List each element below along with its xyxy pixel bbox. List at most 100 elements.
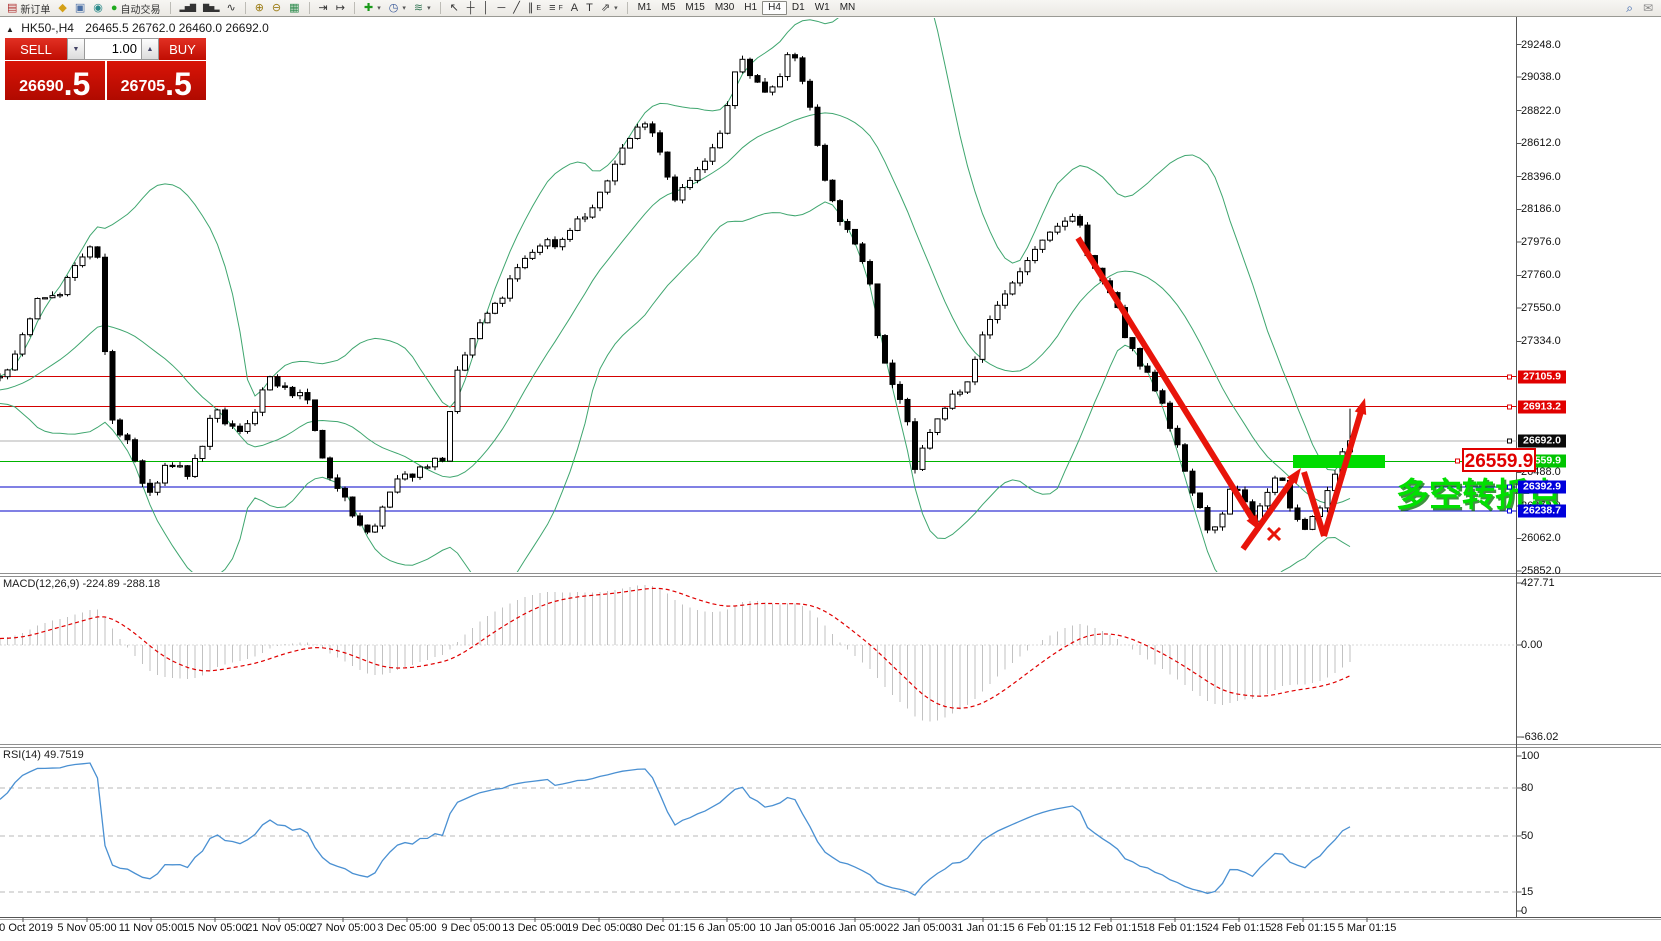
rsi-axis-tick: 0 [1521,905,1527,917]
price-tick: 27760.0 [1521,269,1561,281]
auto-trading-label: 自动交易 [121,1,161,16]
macd-label: MACD(12,26,9) -224.89 -288.18 [3,578,160,590]
cursor-button[interactable]: ↖ [446,1,463,15]
time-tick-label: 16 Jan 05:00 [823,922,887,934]
timeframe-h1-button[interactable]: H1 [739,1,762,15]
dropdown-icon: ▾ [377,4,381,12]
auto-trading-button[interactable]: ● 自动交易 [107,1,165,15]
new-order-button[interactable]: ▤ 新订单 [3,1,54,15]
dropdown-icon: ▾ [427,4,431,12]
price-tick: 28396.0 [1521,171,1561,183]
toolbar-separator [440,2,441,14]
timeframe-group: M1M5M15M30H1H4D1W1MN [630,0,864,16]
timeframe-m15-button[interactable]: M15 [680,1,709,15]
signal-button[interactable]: ◉ [89,1,107,15]
timeframe-w1-button[interactable]: W1 [810,1,835,15]
buy-price-main: 26705 [121,79,166,95]
time-tick-label: 30 Oct 2019 [0,922,53,934]
zoom-out-button[interactable]: ⊖ [268,1,285,15]
price-tick: 28612.0 [1521,137,1561,149]
zoom-in-button[interactable]: ⊕ [251,1,268,15]
price-badge: 26392.9 [1518,481,1566,494]
text-button[interactable]: A [567,1,582,15]
buy-button[interactable]: BUY [159,38,206,60]
line-anchor-square [1507,374,1512,379]
periods-button[interactable]: ◷ ▾ [385,1,410,15]
chart-shift-button[interactable]: ↦ [332,1,349,15]
symbol-period-label: HK50-,H4 [21,21,74,35]
templates-button[interactable]: ≋ ▾ [410,1,435,15]
search-icon[interactable]: ⌕ [1626,1,1633,15]
account-button[interactable]: ▣ [71,1,89,15]
zoom-out-icon: ⊖ [272,1,281,15]
mt4-window: ▤ 新订单 ◆ ▣ ◉ ● 自动交易 ▂▅▇ ▇▅▂ ∿ ⊕ ⊖ ▦ ⇥ ↦ [0,0,1661,941]
rsi-value: 49.7519 [44,749,84,761]
buy-price-button[interactable]: 26705 .5 [107,61,207,100]
chart-title-marker-icon: ▲ [6,25,14,34]
horizontal-line-button[interactable]: ─ [493,1,509,15]
broom-button[interactable]: ◆ [54,1,70,15]
text-label-button[interactable]: T [582,1,597,15]
channel-button[interactable]: ∥E [524,1,545,15]
text-label-icon: T [586,1,593,15]
account-icon: ▣ [75,1,85,15]
trendline-button[interactable]: ╱ [509,1,524,15]
time-tick-label: 19 Dec 05:00 [566,922,631,934]
arrows-icon: ⇗ [601,1,610,15]
line-anchor-square [1507,485,1512,490]
auto-scroll-button[interactable]: ⇥ [315,1,332,15]
tile-windows-icon: ▦ [289,1,299,15]
time-tick-label: 9 Dec 05:00 [441,922,500,934]
one-click-trading-panel: SELL ▼ 1.00 ▲ BUY 26690 .5 26705 .5 [5,38,206,100]
timeframe-m5-button[interactable]: M5 [656,1,680,15]
line-anchor-square [1507,404,1512,409]
templates-icon: ≋ [414,1,423,15]
chart-title: ▲ HK50-,H4 26465.5 26762.0 26460.0 26692… [6,21,269,35]
rsi-axis-tick: 100 [1521,750,1539,762]
volume-decrease-stepper[interactable]: ▼ [67,38,85,60]
candle-chart-icon: ▇▅▂ [203,1,218,15]
price-tick: 28822.0 [1521,105,1561,117]
callout-anchor-square [1455,459,1460,464]
sell-button[interactable]: SELL [5,38,67,60]
timeframe-h4-button[interactable]: H4 [762,1,787,15]
price-annotation-box: 26559.9 [1462,448,1536,472]
rsi-label: RSI(14) 49.7519 [3,749,84,761]
line-anchor-square [1507,509,1512,514]
macd-axis-tick: -636.02 [1521,731,1558,743]
bar-chart-icon: ▂▅▇ [180,1,195,15]
candle-chart-button[interactable]: ▇▅▂ [199,1,222,15]
vertical-line-button[interactable]: │ [479,1,494,15]
time-tick-label: 12 Feb 01:15 [1079,922,1144,934]
tile-windows-button[interactable]: ▦ [285,1,303,15]
volume-increase-stepper[interactable]: ▲ [141,38,159,60]
volume-input[interactable]: 1.00 [85,38,141,60]
timeframe-m30-button[interactable]: M30 [710,1,739,15]
crosshair-button[interactable]: ┼ [463,1,479,15]
indicators-button[interactable]: ✚ ▾ [360,1,385,15]
time-tick-label: 11 Nov 05:00 [119,922,184,934]
text-icon: A [571,1,578,15]
timeframe-d1-button[interactable]: D1 [787,1,810,15]
arrows-button[interactable]: ⇗ ▾ [597,1,622,15]
time-tick-label: 22 Jan 05:00 [887,922,951,934]
channel-icon: ∥ [528,1,534,15]
sell-price-button[interactable]: 26690 .5 [5,61,105,100]
bar-chart-button[interactable]: ▂▅▇ [176,1,199,15]
channel-sub-label: E [536,5,541,12]
macd-axis-tick: 0.00 [1521,639,1542,651]
line-chart-icon: ∿ [226,1,235,15]
chat-icon[interactable]: ✉ [1643,1,1653,15]
trendline-icon: ╱ [513,1,520,15]
chart-shift-icon: ↦ [336,1,345,15]
timeframe-m1-button[interactable]: M1 [633,1,657,15]
macd-axis-tick: 427.71 [1521,577,1555,589]
line-chart-button[interactable]: ∿ [222,1,239,15]
dropdown-icon: ▾ [402,4,406,12]
fibonacci-icon: ≡ [549,1,555,15]
timeframe-mn-button[interactable]: MN [835,1,861,15]
time-tick-label: 3 Dec 05:00 [377,922,436,934]
rsi-axis-tick: 15 [1521,886,1533,898]
fibonacci-button[interactable]: ≡F [545,1,567,15]
macd-signal-value: -288.18 [123,578,160,590]
